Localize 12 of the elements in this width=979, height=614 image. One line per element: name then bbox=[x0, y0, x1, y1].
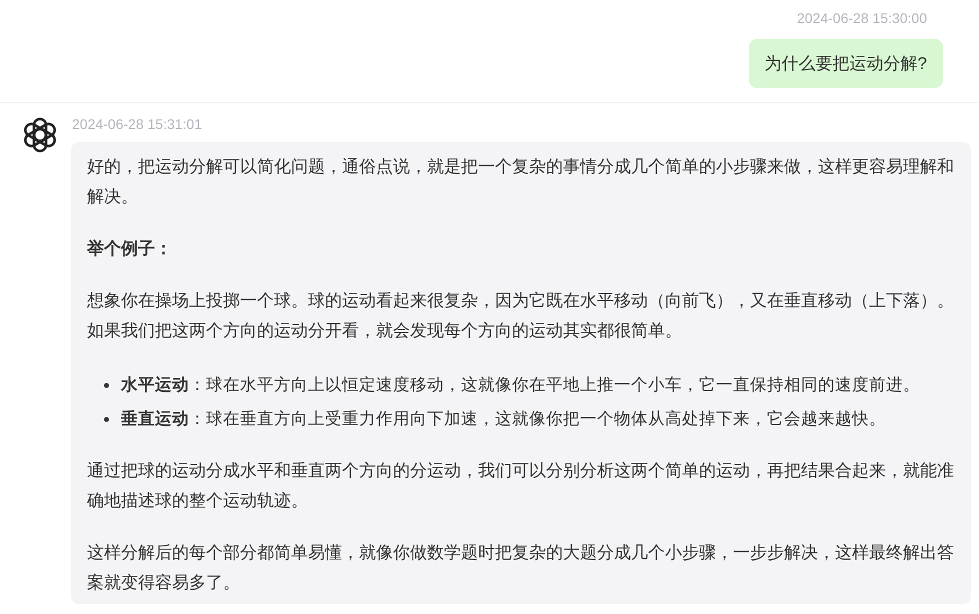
message-bubble: 为什么要把运动分解? bbox=[748, 39, 943, 88]
paragraph: 通过把球的运动分成水平和垂直两个方向的分运动，我们可以分别分析这两个简单的运动，再把结果合起来，就能准确地描述球的整个运动轨迹。 bbox=[87, 460, 955, 512]
paragraph: 想象你在操场上投掷一个球。球的运动看起来很复杂，因为它既在水平移动（向前飞），又在垂直移动（上下落）。如果我们把这两个方向的运动分开看，就会发现每个方向的运动其实都很简单。 bbox=[87, 290, 955, 342]
list-item-text: 水平运动：球在水平方向上以恒定速度移动，这就像你在平地上推一个小车，它一直保持相同的速度前进。 bbox=[121, 375, 920, 396]
list-item-text: 垂直运动：球在垂直方向上受重力作用向下加速，这就像你把一个物体从高处掉下来，它会越来越快。 bbox=[121, 409, 886, 430]
timestamp: 2024-06-28 15:31:01 bbox=[72, 115, 203, 133]
paragraph: 这样分解后的每个部分都简单易懂，就像你做数学题时把复杂的大题分成几个小步骤，一步步解决，这样最终解出答案就变得容易多了。 bbox=[87, 542, 955, 594]
timestamp: 2024-06-28 15:30:00 bbox=[797, 9, 928, 27]
heading: 举个例子： bbox=[87, 238, 173, 260]
paragraph: 好的，把运动分解可以简化问题，通俗点说，就是把一个复杂的事情分成几个简单的小步骤来做，这样更容易理解和解决。 bbox=[87, 156, 955, 208]
bullet-icon bbox=[104, 383, 109, 388]
bullet-icon bbox=[104, 417, 109, 422]
